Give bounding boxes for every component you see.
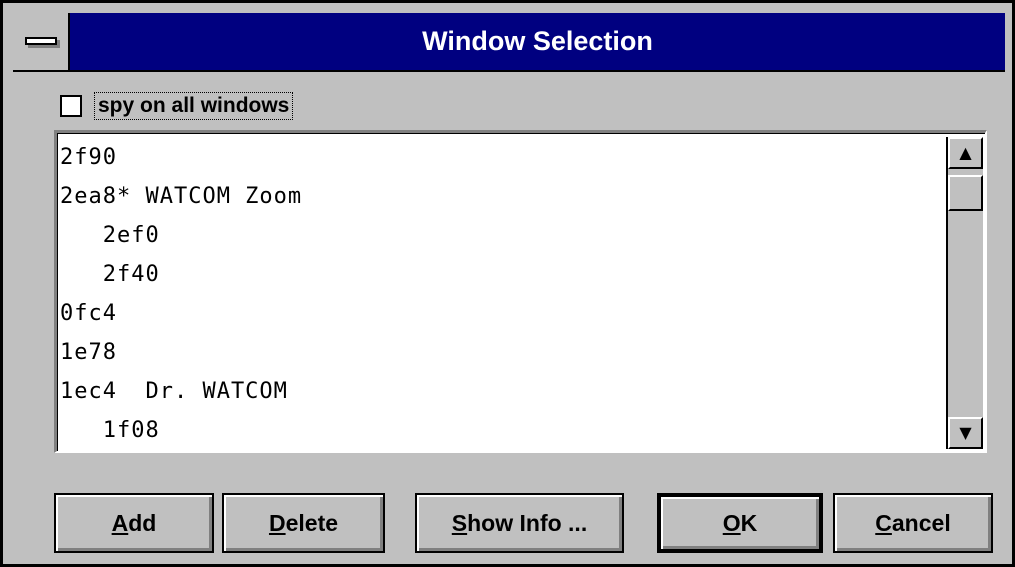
button-row: Add Delete Show Info ... OK Cancel <box>3 493 1015 557</box>
scroll-down-button[interactable]: ▼ <box>948 417 983 449</box>
arrow-up-icon: ▲ <box>959 143 972 162</box>
delete-button[interactable]: Delete <box>222 493 385 553</box>
list-item[interactable]: 2f90 <box>60 138 940 177</box>
scroll-thumb[interactable] <box>948 175 983 211</box>
spy-all-checkbox[interactable] <box>60 95 82 117</box>
list-item[interactable]: 2f40 <box>60 255 940 294</box>
arrow-down-icon: ▼ <box>959 423 972 442</box>
spy-all-row[interactable]: spy on all windows <box>60 91 294 121</box>
list-item[interactable]: 2ea8* WATCOM Zoom <box>60 177 940 216</box>
dialog-title: Window Selection <box>422 26 653 56</box>
list-item[interactable]: 1f08 <box>60 411 940 450</box>
cancel-button[interactable]: Cancel <box>833 493 993 553</box>
scroll-up-button[interactable]: ▲ <box>948 137 983 169</box>
add-button[interactable]: Add <box>54 493 214 553</box>
spy-all-label[interactable]: spy on all windows <box>94 92 294 120</box>
window-list: 2f90 2ea8* WATCOM Zoom 2ef0 2f40 0fc4 1e78 1… <box>60 138 940 450</box>
system-menu-icon[interactable] <box>13 13 70 70</box>
ok-button[interactable]: OK <box>657 493 823 553</box>
list-item[interactable]: 0fc4 <box>60 294 940 333</box>
show-info-button[interactable]: Show Info ... <box>415 493 624 553</box>
list-item[interactable]: 1ec4 Dr. WATCOM <box>60 372 940 411</box>
list-item[interactable]: 2ef0 <box>60 216 940 255</box>
window-selection-dialog: Window Selection spy on all windows 2f90… <box>0 0 1015 567</box>
title-bar[interactable]: Window Selection <box>13 13 1005 72</box>
vertical-scrollbar[interactable]: ▲ ▼ <box>946 137 983 449</box>
list-item[interactable]: 1e78 <box>60 333 940 372</box>
window-listbox[interactable]: 2f90 2ea8* WATCOM Zoom 2ef0 2f40 0fc4 1e78 1… <box>54 130 987 453</box>
